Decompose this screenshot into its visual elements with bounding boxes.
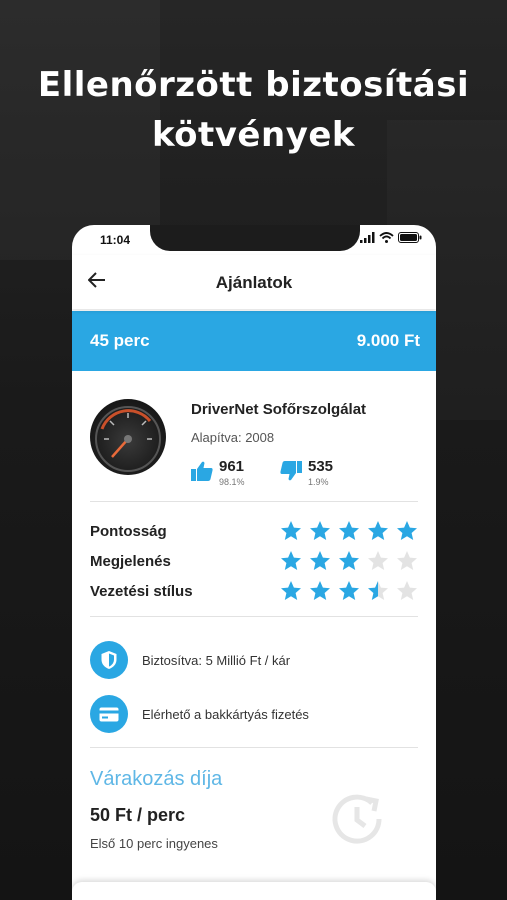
headline-line-2: kötvények	[151, 115, 356, 155]
clock-refresh-icon	[332, 794, 382, 844]
feature-card-payment: Elérhető a bakkártyás fizetés	[90, 687, 418, 741]
rating-row-punctuality: Pontosság	[90, 516, 418, 546]
star-icon	[397, 551, 417, 570]
dislikes-count: 535	[308, 458, 334, 475]
star-icon	[368, 521, 388, 540]
thumbs-up-icon	[191, 461, 213, 481]
star-icon	[339, 581, 359, 600]
founded-year: Alapítva: 2008	[191, 430, 275, 445]
status-time: 11:04	[100, 233, 131, 247]
likes-count: 961	[219, 458, 245, 475]
star-icon	[281, 551, 301, 570]
star-icon	[281, 521, 301, 540]
rating-row-driving-style: Vezetési stílus	[90, 576, 418, 606]
company-avatar	[90, 399, 166, 475]
star-icon	[339, 521, 359, 540]
star-icon	[368, 551, 388, 570]
star-icon	[397, 581, 417, 600]
signal-icon	[360, 232, 375, 243]
star-rating	[280, 550, 418, 572]
waiting-fee: Várakozás díja 50 Ft / perc Első 10 perc…	[72, 748, 436, 871]
credit-card-icon	[90, 695, 128, 733]
star-icon	[397, 521, 417, 540]
bottom-sheet[interactable]	[72, 882, 436, 900]
shield-icon	[90, 641, 128, 679]
dislikes-percent: 1.9%	[308, 477, 329, 487]
feature-text: Biztosítva: 5 Millió Ft / kár	[142, 652, 291, 668]
star-icon	[368, 581, 388, 600]
speedometer-image	[95, 406, 161, 472]
price-label: 9.000 Ft	[356, 331, 420, 350]
battery-icon	[398, 232, 422, 243]
company-profile: DriverNet Sofőrszolgálat Alapítva: 2008 …	[72, 371, 436, 501]
likes-percent: 98.1%	[219, 477, 245, 487]
ratings: Pontosság Megjelenés Vezetési stílus	[72, 502, 436, 616]
star-rating	[280, 580, 418, 602]
status-bar: 11:04	[72, 225, 436, 255]
star-icon	[339, 551, 359, 570]
star-icon	[281, 581, 301, 600]
phone-screen: 11:04 Ajánlatok 45 perc 9.000 Ft DriverN…	[72, 225, 436, 900]
likes: 961 98.1%	[191, 459, 245, 487]
rating-label: Vezetési stílus	[90, 582, 193, 600]
page-title: Ajánlatok	[215, 273, 293, 292]
rating-label: Megjelenés	[90, 552, 171, 570]
wifi-icon	[379, 232, 394, 243]
star-icon	[310, 521, 330, 540]
headline-line-1: Ellenőrzött biztosítási	[37, 65, 470, 105]
feature-insurance: Biztosítva: 5 Millió Ft / kár	[90, 633, 418, 687]
headline: Ellenőrzött biztosítási kötvények	[0, 60, 507, 160]
star-icon	[310, 551, 330, 570]
app-bar: Ajánlatok	[72, 255, 436, 309]
status-icons	[360, 232, 422, 243]
rating-label: Pontosság	[90, 522, 167, 540]
dislikes: 535 1.9%	[280, 459, 333, 487]
feature-text: Elérhető a bakkártyás fizetés	[142, 706, 309, 722]
company-name: DriverNet Sofőrszolgálat	[191, 401, 367, 418]
features-list: Biztosítva: 5 Millió Ft / kár Elérhető a…	[72, 617, 436, 747]
thumbs-down-icon	[280, 461, 302, 481]
phone-notch	[150, 225, 360, 251]
duration-label: 45 perc	[90, 331, 150, 350]
offer-summary-bar: 45 perc 9.000 Ft	[72, 311, 436, 371]
rating-row-appearance: Megjelenés	[90, 546, 418, 576]
star-rating	[280, 520, 418, 542]
star-icon	[310, 581, 330, 600]
